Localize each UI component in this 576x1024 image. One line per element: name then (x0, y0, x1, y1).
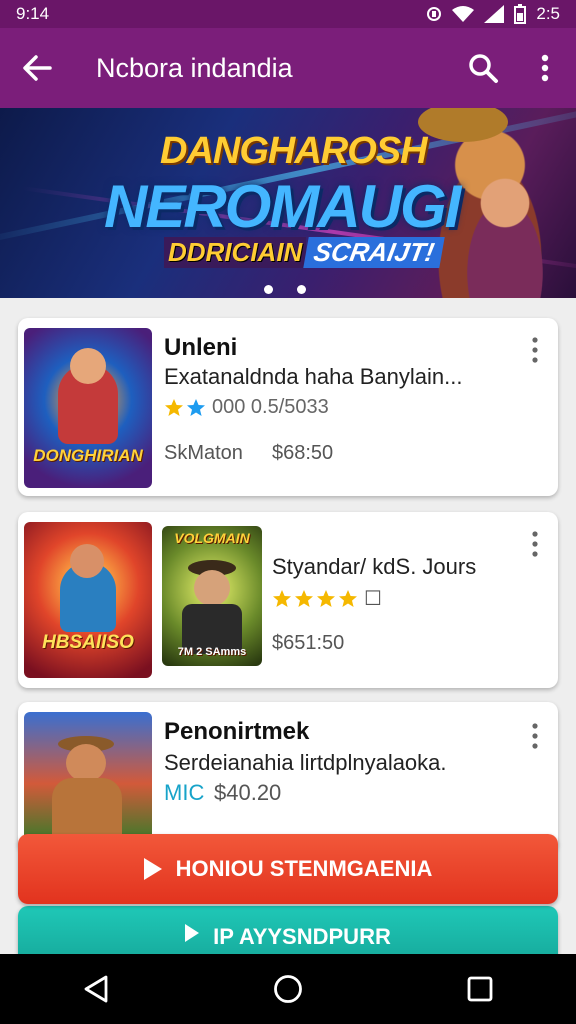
star-icon (295, 589, 313, 607)
game-card[interactable]: HBSAIISO VOLGMAIN 7M 2 SAmms Styandar/ k… (18, 512, 558, 688)
game-thumbnail-secondary: VOLGMAIN 7M 2 SAmms (162, 526, 262, 666)
search-icon (469, 54, 498, 83)
star-icon (317, 589, 335, 607)
arrow-left-icon (23, 55, 52, 81)
primary-action-button[interactable]: HONIOU STENMGAENIA (18, 834, 558, 904)
game-price: $40.20 (214, 780, 282, 805)
battery-icon (514, 4, 527, 24)
game-rating: ☐ (272, 586, 382, 611)
game-rating: 000 0.5/5033 (164, 396, 329, 419)
triangle-back-icon (84, 975, 108, 1003)
carousel-dot[interactable] (264, 285, 273, 294)
system-navigation-bar (0, 954, 576, 1024)
star-icon (187, 398, 205, 416)
back-button[interactable] (0, 28, 74, 108)
thumbnail-caption: HBSAIISO (42, 632, 134, 653)
more-vert-icon (541, 54, 549, 82)
rating-text: 000 0.5/5033 (212, 396, 329, 418)
game-thumbnail (24, 712, 152, 842)
banner-subtitle: DDRICIAIN SCRAIJT! (164, 232, 445, 272)
game-title: Penonirtmek (164, 718, 310, 745)
app-bar: Ncbora indandia (0, 28, 576, 108)
card-overflow-button[interactable] (522, 716, 548, 756)
game-tag: MIC (164, 780, 205, 805)
game-thumbnail: DONGHIRIAN (24, 328, 152, 488)
game-title: Unleni (164, 334, 238, 361)
status-clock-right: 2:5 (536, 4, 560, 23)
banner-subtitle-b: SCRAIJT! (303, 236, 445, 268)
nav-recents-button[interactable] (450, 959, 510, 1019)
game-title: Styandar/ kdS. Jours (272, 554, 477, 579)
primary-action-label: HONIOU STENMGAENIA (175, 856, 433, 881)
status-bar: 9:14 2:5 (0, 0, 576, 28)
play-icon (185, 924, 200, 942)
game-price: $68:50 (272, 442, 334, 464)
carousel-dot[interactable] (297, 285, 306, 294)
game-description: Serdeianahia lirtdplnyalaoka. (164, 750, 447, 775)
wifi-icon (452, 6, 475, 22)
game-description: Exatanaldnda haha Banylain... (164, 364, 463, 389)
rating-stars (164, 398, 206, 418)
more-vert-icon (532, 531, 538, 557)
card-overflow-button[interactable] (522, 330, 548, 370)
banner-subtitle-a: DDRICIAIN (164, 236, 307, 268)
more-vert-icon (532, 337, 538, 363)
banner-heroine-character (450, 168, 560, 298)
overflow-menu-button[interactable] (514, 28, 576, 108)
sync-icon (427, 7, 442, 21)
rating-extra: ☐ (364, 588, 382, 610)
play-icon (143, 858, 162, 880)
star-icon (165, 398, 183, 416)
search-button[interactable] (452, 28, 514, 108)
featured-banner[interactable]: DANGHAROSH NEROMAUGI DDRICIAIN SCRAIJT! (0, 108, 576, 298)
signal-icon (484, 5, 505, 23)
page-title: Ncbora indandia (96, 52, 293, 83)
square-recents-icon (467, 976, 493, 1002)
banner-title-line1: DANGHAROSH (160, 130, 428, 172)
thumbnail-caption-top: VOLGMAIN (174, 530, 250, 546)
card-overflow-button[interactable] (522, 524, 548, 564)
game-price: $651:50 (272, 632, 345, 654)
game-seller: SkMaton (164, 442, 243, 464)
thumbnail-caption-bottom: 7M 2 SAmms (177, 646, 247, 658)
circle-home-icon (274, 975, 302, 1003)
status-time: 9:14 (16, 4, 50, 23)
more-vert-icon (532, 723, 538, 749)
nav-home-button[interactable] (258, 959, 318, 1019)
star-icon (273, 589, 291, 607)
game-card[interactable]: Penonirtmek Serdeianahia lirtdplnyalaoka… (18, 702, 558, 852)
nav-back-button[interactable] (66, 959, 126, 1019)
carousel-indicator (264, 285, 306, 294)
status-icons: 2:5 (426, 4, 560, 24)
star-icon (339, 589, 357, 607)
game-thumbnail: HBSAIISO (24, 522, 152, 678)
thumbnail-caption: DONGHIRIAN (33, 446, 143, 465)
secondary-action-label: IP AYYSNDPURR (213, 924, 391, 949)
banner-title-line2: NEROMAUGI (104, 173, 461, 240)
rating-stars (272, 589, 358, 609)
game-card[interactable]: DONGHIRIAN Unleni Exatanaldnda haha Bany… (18, 318, 558, 496)
